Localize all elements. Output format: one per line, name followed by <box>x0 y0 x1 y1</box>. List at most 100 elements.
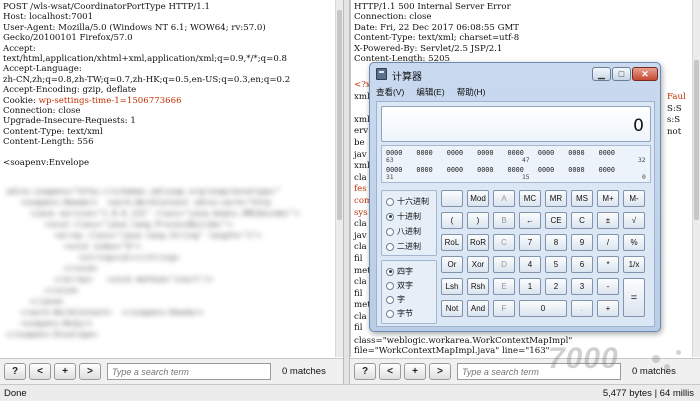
response-scrollbar[interactable] <box>692 0 700 357</box>
radio-dec[interactable]: 十进制 <box>386 211 421 222</box>
menu-edit[interactable]: 编辑(E) <box>416 86 444 100</box>
key-9[interactable]: 9 <box>571 234 593 251</box>
bit-row-high: 0000 0000 0000 0000 0000 0000 0000 0000 <box>386 149 615 157</box>
req-envelope: <soapenv:Envelope <box>3 158 90 169</box>
key-3[interactable]: 3 <box>571 278 593 295</box>
key-clear[interactable]: C <box>571 212 593 229</box>
key-c-hex[interactable]: C <box>493 234 515 251</box>
next-match-button[interactable]: > <box>79 363 101 380</box>
key-rol[interactable]: RoL <box>441 234 463 251</box>
add-button[interactable]: + <box>404 363 426 380</box>
req-line-4: Accept: <box>3 43 36 54</box>
bit-display: 0000 0000 0000 0000 0000 0000 0000 0000 63 47 3… <box>381 145 651 183</box>
key-reciprocal[interactable]: 1/x <box>623 256 645 273</box>
watermark-dot <box>676 350 681 355</box>
key-8[interactable]: 8 <box>545 234 567 251</box>
calculator-window[interactable]: 计算器 ▁ □ ✕ 查看(V) 编辑(E) 帮助(H) 0 0000 0000 00… <box>369 62 661 332</box>
response-text[interactable]: HTTP/1.1 500 Internal Server Error Conne… <box>351 0 700 66</box>
key-mr[interactable]: MR <box>545 190 567 207</box>
close-button[interactable]: ✕ <box>632 67 658 81</box>
radio-dot-selected-icon <box>386 212 394 221</box>
key-0[interactable]: 0 <box>519 300 567 317</box>
key-e[interactable]: E <box>493 278 515 295</box>
req-line-1: Host: localhost:7001 <box>3 12 94 23</box>
key-mplus[interactable]: M+ <box>597 190 619 207</box>
key-equals[interactable]: = <box>623 278 645 317</box>
key-or[interactable]: Or <box>441 256 463 273</box>
request-text[interactable]: POST /wls-wsat/CoordinatorPortType HTTP/… <box>0 0 342 171</box>
key-b[interactable]: B <box>493 212 515 229</box>
match-count: 0 matches <box>282 366 326 377</box>
menu-view[interactable]: 查看(V) <box>376 86 404 100</box>
radio-oct[interactable]: 八进制 <box>386 226 421 237</box>
radio-dot-icon <box>386 227 394 236</box>
request-pane[interactable]: POST /wls-wsat/CoordinatorPortType HTTP/… <box>0 0 343 357</box>
response-search-toolbar: ? < + > 0 matches <box>350 358 700 384</box>
radio-byte[interactable]: 字节 <box>386 308 413 319</box>
previous-match-button[interactable]: < <box>29 363 51 380</box>
key-2[interactable]: 2 <box>545 278 567 295</box>
radio-dword[interactable]: 双字 <box>386 280 413 291</box>
key-subtract[interactable]: - <box>597 278 619 295</box>
calculator-display: 0 <box>381 106 651 142</box>
key-xor[interactable]: Xor <box>467 256 489 273</box>
key-mc[interactable]: MC <box>519 190 541 207</box>
key-plus-minus[interactable]: ± <box>597 212 619 229</box>
menu-help[interactable]: 帮助(H) <box>457 86 486 100</box>
search-input[interactable] <box>107 363 271 380</box>
key-blank[interactable] <box>441 190 463 207</box>
help-button[interactable]: ? <box>4 363 26 380</box>
req-line-5: text/html,application/xhtml+xml,applicat… <box>3 54 287 65</box>
resp-line-3: Content-Type: text/xml; charset=utf-8 <box>354 33 520 44</box>
calculator-titlebar[interactable]: 计算器 ▁ □ ✕ <box>370 63 660 85</box>
key-not[interactable]: Not <box>441 300 463 317</box>
radio-dot-icon <box>386 197 394 206</box>
key-7[interactable]: 7 <box>519 234 541 251</box>
key-rsh[interactable]: Rsh <box>467 278 489 295</box>
key-lparen[interactable]: ( <box>441 212 463 229</box>
req-line-10: Upgrade-Insecure-Requests: 1 <box>3 116 136 127</box>
key-mminus[interactable]: M- <box>623 190 645 207</box>
key-1[interactable]: 1 <box>519 278 541 295</box>
help-button[interactable]: ? <box>354 363 376 380</box>
key-a[interactable]: A <box>493 190 515 207</box>
key-d[interactable]: D <box>493 256 515 273</box>
response-scroll-thumb[interactable] <box>694 60 699 220</box>
request-search-toolbar: ? < + > 0 matches <box>0 358 343 384</box>
key-6[interactable]: 6 <box>571 256 593 273</box>
key-ce[interactable]: CE <box>545 212 567 229</box>
key-rparen[interactable]: ) <box>467 212 489 229</box>
radio-word[interactable]: 字 <box>386 294 405 305</box>
key-divide[interactable]: / <box>597 234 619 251</box>
request-scrollbar[interactable] <box>335 0 343 357</box>
key-ror[interactable]: RoR <box>467 234 489 251</box>
response-size-timing: 5,477 bytes | 64 millis <box>602 388 694 399</box>
key-decimal[interactable]: . <box>571 300 593 317</box>
key-4[interactable]: 4 <box>519 256 541 273</box>
key-add[interactable]: + <box>597 300 619 317</box>
key-multiply[interactable]: * <box>597 256 619 273</box>
req-line-2: User-Agent: Mozilla/5.0 (Windows NT 6.1;… <box>3 22 266 33</box>
radio-qword[interactable]: 四字 <box>386 266 413 277</box>
radio-dot-icon <box>386 309 394 318</box>
key-ms[interactable]: MS <box>571 190 593 207</box>
previous-match-button[interactable]: < <box>379 363 401 380</box>
maximize-button[interactable]: □ <box>612 67 631 81</box>
pane-splitter[interactable] <box>343 0 350 401</box>
key-sqrt[interactable]: √ <box>623 212 645 229</box>
add-button[interactable]: + <box>54 363 76 380</box>
key-mod[interactable]: Mod <box>467 190 489 207</box>
key-lsh[interactable]: Lsh <box>441 278 463 295</box>
key-percent[interactable]: % <box>623 234 645 251</box>
minimize-button[interactable]: ▁ <box>592 67 611 81</box>
key-f[interactable]: F <box>493 300 515 317</box>
key-and[interactable]: And <box>467 300 489 317</box>
key-backspace[interactable]: ← <box>519 212 541 229</box>
request-scroll-thumb[interactable] <box>337 10 342 220</box>
key-5[interactable]: 5 <box>545 256 567 273</box>
next-match-button[interactable]: > <box>429 363 451 380</box>
radio-hex[interactable]: 十六进制 <box>386 196 429 207</box>
radio-bin[interactable]: 二进制 <box>386 241 421 252</box>
radio-dot-selected-icon <box>386 267 394 276</box>
redacted-body: xmlns:soapenv="http://schemas.xmlsoap.or… <box>6 187 300 339</box>
